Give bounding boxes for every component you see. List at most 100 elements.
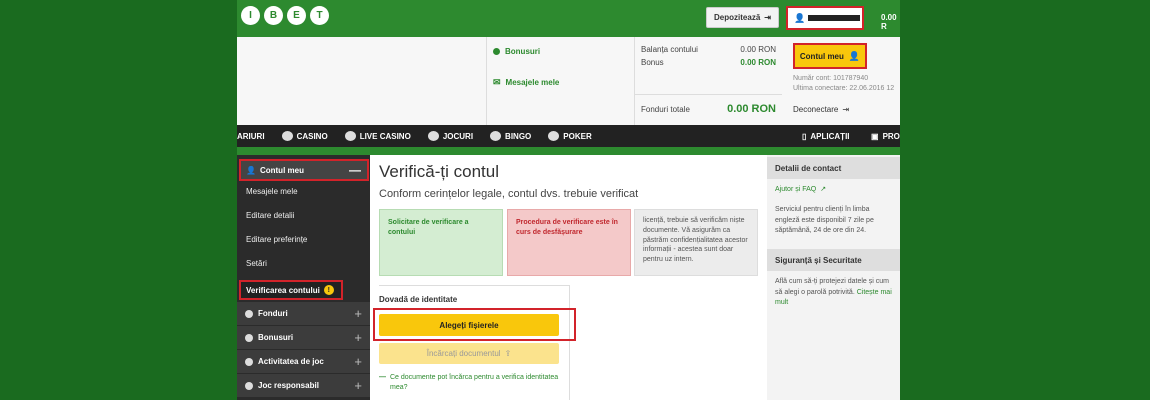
bonus-label: Bonus (641, 58, 664, 67)
sidebar-item-verification[interactable]: Verificarea contului ! (239, 280, 343, 300)
external-link-icon: ↗ (820, 186, 827, 193)
minus-icon: — (379, 374, 386, 381)
logo-letter: I (241, 6, 260, 25)
warning-icon: ! (323, 285, 334, 295)
collapse-icon: — (349, 163, 361, 177)
live-casino-icon (344, 131, 356, 141)
deposit-button[interactable]: Depozitează ⇥ (706, 7, 779, 28)
logout-link[interactable]: Deconectare ⇥ (793, 105, 849, 114)
app-frame: I B E T Depozitează ⇥ 👤 0.00 R Bonusuri … (237, 0, 900, 400)
upload-label: Încărcați documentul (426, 349, 501, 358)
nav-label: ARIURI (237, 131, 265, 141)
verification-info: licență, trebuie să verificăm niște docu… (634, 209, 758, 276)
nav-item-poker[interactable]: POKER (548, 131, 592, 141)
nav-label: POKER (563, 131, 592, 141)
upload-document-button[interactable]: Încărcați documentul ⇪ (379, 343, 559, 364)
expand-icon: + (354, 306, 362, 321)
expand-icon: + (354, 330, 362, 345)
user-icon: 👤 (794, 12, 806, 23)
bonus-icon (493, 48, 500, 55)
nav-item-casino[interactable]: CASINO (281, 131, 328, 141)
choose-files-button[interactable]: Alegeți fișierele (379, 314, 559, 336)
header-balance: 0.00 R (881, 13, 897, 31)
bonus-icon (245, 333, 253, 342)
sidebar-header[interactable]: 👤 Contul meu — (239, 159, 369, 181)
divider (569, 285, 570, 400)
bingo-icon (490, 131, 502, 141)
divider (379, 285, 569, 286)
step-in-progress: Procedura de verificare este în curs de … (507, 209, 631, 276)
contact-text: Serviciul pentru clienți în limba englez… (775, 206, 874, 234)
nav-item-jocuri[interactable]: JOCURI (427, 131, 473, 141)
username-box[interactable]: 👤 (786, 6, 864, 30)
nav-underline (237, 147, 900, 155)
right-sidebar: Detalii de contact Ajutor și FAQ ↗ Servi… (767, 155, 900, 400)
divider (635, 94, 782, 95)
faq-link[interactable]: Ajutor și FAQ ↗ (775, 185, 895, 196)
sidebar-item-preferences[interactable]: Editare preferințe (246, 235, 307, 244)
sidebar-group-activity[interactable]: Activitatea de joc + (237, 349, 370, 373)
sidebar: 👤 Contul meu — Mesajele mele Editare deta… (237, 155, 370, 400)
balance-row: Balanța contului 0.00 RON (641, 45, 776, 54)
sidebar-header-label: Contul meu (259, 165, 304, 175)
responsible-icon (245, 381, 253, 390)
poker-icon (548, 131, 560, 141)
upload-icon: ⇪ (504, 349, 512, 358)
nav-label: PRO (882, 131, 900, 141)
nav-item-promo[interactable]: ▣ PRO (871, 132, 900, 141)
total-label: Fonduri totale (641, 104, 690, 114)
bonus-row: Bonus 0.00 RON (641, 58, 776, 67)
bonus-value: 0.00 RON (740, 58, 776, 67)
logout-label: Deconectare (793, 105, 839, 114)
group-label: Joc responsabil (258, 381, 319, 390)
account-number: Număr cont: 101787940 (793, 75, 869, 82)
contact-title: Detalii de contact (767, 157, 900, 179)
expand-icon: + (354, 378, 362, 393)
nav-item-bingo[interactable]: BINGO (490, 131, 531, 141)
page-subtitle: Conform cerințelor legale, contul dvs. t… (379, 188, 639, 200)
proof-label: Dovadă de identitate (379, 295, 458, 304)
security-title: Siguranță și Securitate (767, 249, 900, 271)
sidebar-group-bonuses[interactable]: Bonusuri + (237, 325, 370, 349)
funds-icon (245, 309, 253, 318)
group-label: Bonusuri (258, 333, 294, 342)
logout-icon: ⇥ (842, 105, 850, 114)
expand-icon: + (354, 354, 362, 369)
nav-item-ariuri[interactable]: ARIURI (237, 132, 265, 141)
sidebar-group-funds[interactable]: Fonduri + (237, 301, 370, 325)
my-account-button[interactable]: Contul meu 👤 (793, 43, 867, 69)
help-documents-link[interactable]: — Ce documente pot încărca pentru a veri… (379, 373, 559, 393)
main-nav: ARIURI CASINO LIVE CASINO JOCURI BINGO P… (237, 125, 900, 147)
logo[interactable]: I B E T (241, 6, 329, 25)
nav-item-apps[interactable]: ▯ APLICAȚII (802, 132, 850, 141)
nav-label: APLICAȚII (810, 131, 850, 141)
faq-label: Ajutor și FAQ (775, 186, 817, 193)
phone-icon: ▯ (802, 131, 807, 141)
total-value: 0.00 RON (727, 103, 776, 115)
deposit-label: Depozitează (714, 13, 761, 22)
my-account-label: Contul meu (799, 51, 844, 61)
balance-value: 0.00 RON (740, 45, 776, 54)
logo-letter: T (310, 6, 329, 25)
logo-letter: E (287, 6, 306, 25)
activity-icon (245, 357, 253, 366)
games-icon (427, 131, 439, 141)
sidebar-item-messages[interactable]: Mesajele mele (246, 187, 298, 196)
messages-link[interactable]: ✉ Mesajele mele (493, 77, 559, 88)
bonuses-link[interactable]: Bonusuri (493, 47, 540, 56)
security-text: Află cum să-ți protejezi datele și cum s… (775, 277, 895, 309)
deposit-icon: ⇥ (764, 13, 771, 22)
help-link-label: Ce documente pot încărca pentru a verifi… (390, 374, 559, 391)
nav-label: CASINO (296, 131, 328, 141)
sidebar-group-responsible[interactable]: Joc responsabil + (237, 373, 370, 397)
sidebar-item-settings[interactable]: Setări (246, 259, 267, 268)
page-title: Verifică-ți contul (379, 162, 499, 181)
last-login: Ultima conectare: 22.06.2016 12 (793, 85, 895, 92)
nav-item-live-casino[interactable]: LIVE CASINO (344, 131, 411, 141)
balance-label: Balanța contului (641, 45, 698, 54)
sidebar-item-edit-details[interactable]: Editare detalii (246, 211, 294, 220)
total-row: Fonduri totale 0.00 RON (641, 103, 776, 115)
user-icon: 👤 (848, 50, 861, 61)
envelope-icon: ✉ (493, 77, 501, 87)
verification-label: Verificarea contului (246, 285, 320, 295)
